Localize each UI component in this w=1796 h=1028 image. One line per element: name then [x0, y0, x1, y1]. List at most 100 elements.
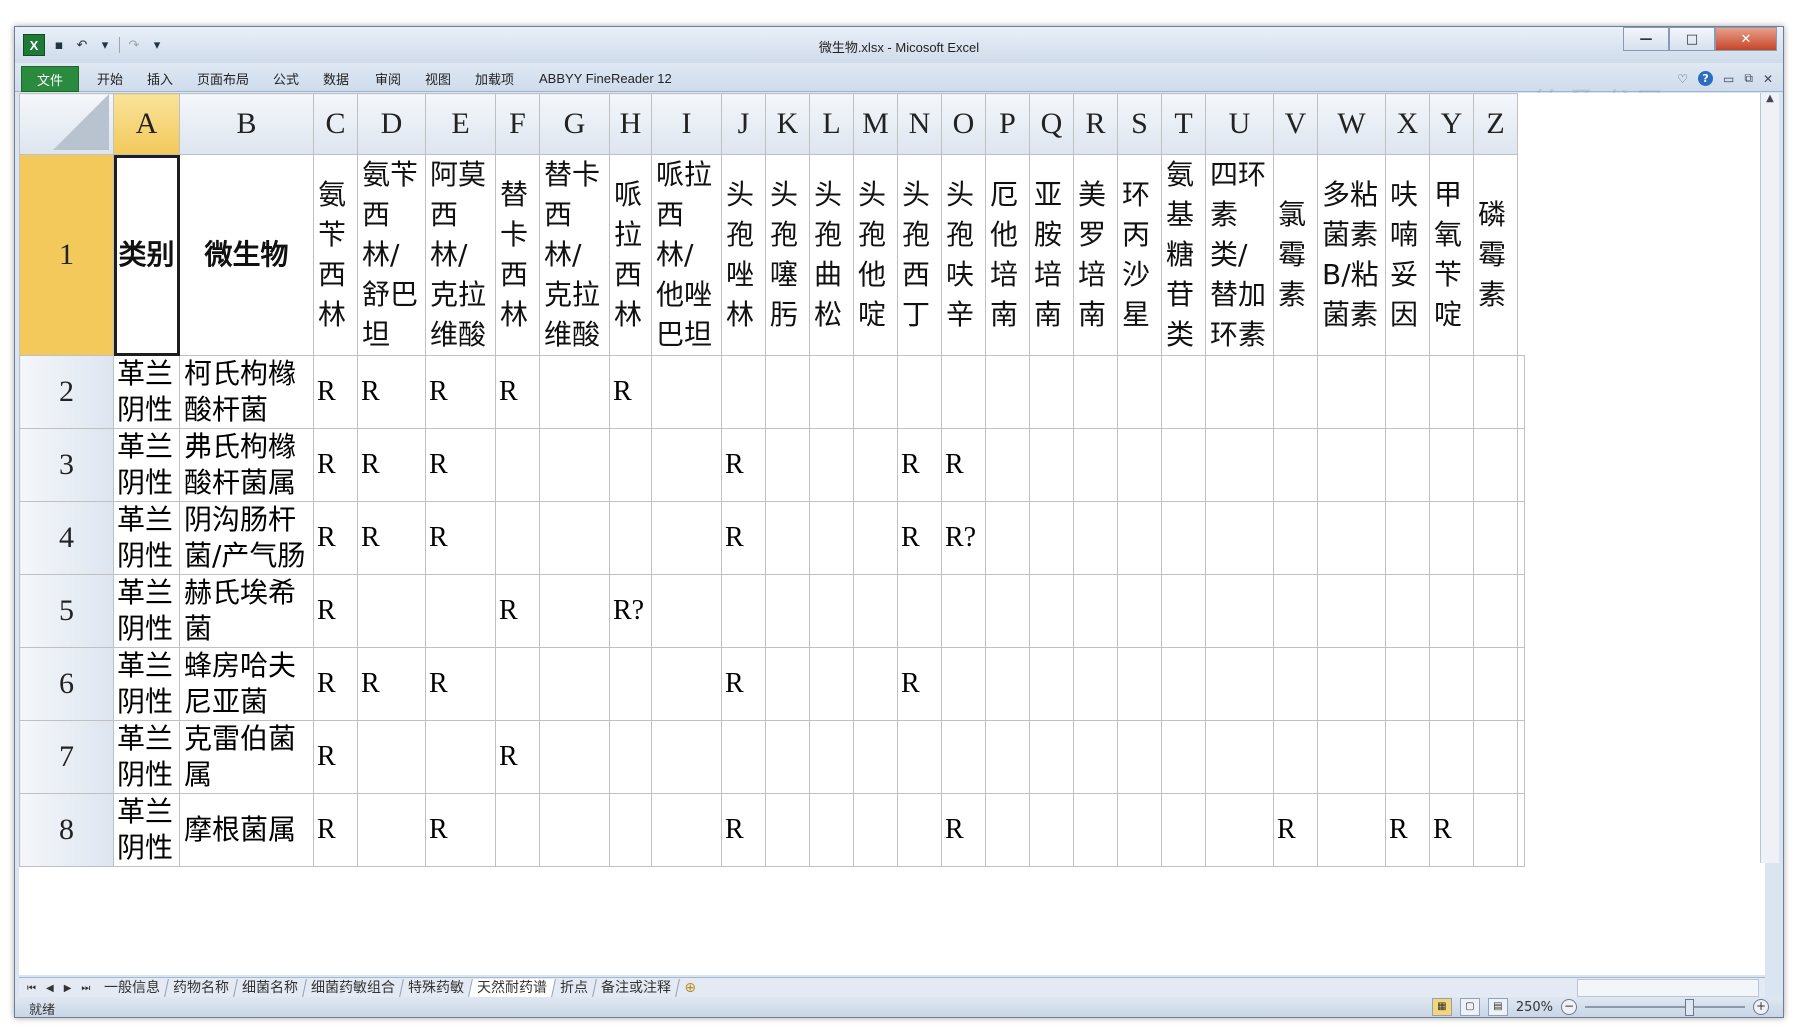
cell-resistance[interactable] — [1117, 428, 1162, 502]
cell-resistance[interactable] — [853, 355, 898, 429]
cell-resistance[interactable] — [1161, 574, 1206, 648]
cell-resistance[interactable] — [1205, 647, 1274, 721]
cell-resistance[interactable] — [1429, 647, 1474, 721]
maximize-button[interactable]: □ — [1669, 27, 1715, 51]
cell-resistance[interactable] — [1273, 720, 1318, 794]
drug-header-g[interactable]: 替卡西林/克拉维酸 — [539, 154, 610, 356]
cell-resistance[interactable] — [1317, 574, 1386, 648]
column-header-w[interactable]: W — [1317, 93, 1386, 155]
drug-header-q[interactable]: 亚胺培南 — [1029, 154, 1074, 356]
drug-header-e[interactable]: 阿莫西林/克拉维酸 — [425, 154, 496, 356]
cell-resistance[interactable] — [853, 501, 898, 575]
sheet-tab[interactable]: 一般信息 — [96, 979, 170, 997]
cell-resistance[interactable] — [1317, 428, 1386, 502]
last-sheet-icon[interactable]: ⏭ — [81, 983, 90, 994]
drug-header-f[interactable]: 替卡西林 — [495, 154, 540, 356]
zoom-in-button[interactable]: + — [1753, 999, 1769, 1015]
cell-category[interactable]: 革兰阴性 — [113, 793, 180, 867]
cell-resistance[interactable] — [1205, 793, 1274, 867]
cell-resistance[interactable] — [1473, 647, 1518, 721]
drug-header-s[interactable]: 环丙沙星 — [1117, 154, 1162, 356]
zoom-slider[interactable] — [1585, 999, 1745, 1016]
select-all-icon[interactable] — [53, 94, 109, 150]
cell-resistance[interactable] — [357, 720, 426, 794]
cell-resistance[interactable] — [1429, 720, 1474, 794]
sheet-tab[interactable]: 细菌药敏组合 — [303, 979, 405, 997]
cell-resistance[interactable] — [1029, 793, 1074, 867]
cell-resistance[interactable] — [1205, 574, 1274, 648]
cell-organism[interactable]: 蜂房哈夫尼亚菌 — [179, 647, 314, 721]
drug-header-t[interactable]: 氨基糖苷类 — [1161, 154, 1206, 356]
cell-resistance[interactable] — [1161, 355, 1206, 429]
cell-resistance[interactable] — [1385, 501, 1430, 575]
cell-resistance[interactable] — [1029, 501, 1074, 575]
cell-resistance[interactable] — [609, 720, 652, 794]
next-sheet-icon[interactable]: ▶ — [64, 983, 72, 994]
cell-resistance[interactable] — [809, 793, 854, 867]
cell-resistance[interactable]: R — [897, 428, 942, 502]
column-header-g[interactable]: G — [539, 93, 610, 155]
cell-resistance[interactable] — [1073, 720, 1118, 794]
cell-resistance[interactable] — [1273, 574, 1318, 648]
cell-resistance[interactable] — [651, 793, 722, 867]
cell-resistance[interactable] — [609, 428, 652, 502]
cell-resistance[interactable] — [985, 647, 1030, 721]
cell-resistance[interactable] — [1117, 647, 1162, 721]
drug-header-o[interactable]: 头孢呋辛 — [941, 154, 986, 356]
cell-resistance[interactable] — [897, 574, 942, 648]
sheet-tab[interactable]: 天然耐药谱 — [469, 979, 557, 997]
row-header-1[interactable]: 1 — [19, 154, 114, 356]
cell-resistance[interactable] — [1273, 355, 1318, 429]
cell-resistance[interactable] — [1473, 720, 1518, 794]
cell-resistance[interactable]: R — [721, 428, 766, 502]
sheet-tab[interactable]: 药物名称 — [165, 979, 239, 997]
cell-resistance[interactable] — [985, 720, 1030, 794]
cell-resistance[interactable]: R — [313, 793, 358, 867]
cell-resistance[interactable]: R — [897, 501, 942, 575]
cell-resistance[interactable] — [609, 793, 652, 867]
drug-header-h[interactable]: 哌拉西林 — [609, 154, 652, 356]
drug-header-j[interactable]: 头孢唑林 — [721, 154, 766, 356]
zoom-slider-thumb[interactable] — [1685, 999, 1694, 1016]
cell-resistance[interactable] — [1517, 355, 1525, 429]
cell-resistance[interactable] — [495, 647, 540, 721]
horizontal-scrollbar[interactable] — [1577, 979, 1759, 997]
cell-category[interactable]: 革兰阴性 — [113, 574, 180, 648]
row-header-6[interactable]: 6 — [19, 647, 114, 721]
cell-resistance[interactable] — [1161, 501, 1206, 575]
cell-resistance[interactable] — [1517, 428, 1525, 502]
drug-header-v[interactable]: 氯霉素 — [1273, 154, 1318, 356]
column-header-d[interactable]: D — [357, 93, 426, 155]
cell-resistance[interactable]: R — [357, 647, 426, 721]
cell-resistance[interactable] — [495, 793, 540, 867]
cell-resistance[interactable] — [1117, 574, 1162, 648]
cell-resistance[interactable]: R — [941, 793, 986, 867]
drug-header-p[interactable]: 厄他培南 — [985, 154, 1030, 356]
cell-resistance[interactable] — [985, 793, 1030, 867]
cell-resistance[interactable] — [539, 355, 610, 429]
cell-resistance[interactable] — [853, 647, 898, 721]
cell-resistance[interactable] — [425, 574, 496, 648]
cell-resistance[interactable] — [1029, 647, 1074, 721]
cell-resistance[interactable]: R — [495, 720, 540, 794]
ribbon-minimize-icon[interactable]: ♡ — [1677, 72, 1688, 86]
cell-category[interactable]: 革兰阴性 — [113, 355, 180, 429]
cell-resistance[interactable] — [1317, 793, 1386, 867]
cell-resistance[interactable] — [1273, 501, 1318, 575]
cell-organism[interactable]: 克雷伯菌属 — [179, 720, 314, 794]
cell-resistance[interactable] — [1161, 428, 1206, 502]
column-header-x[interactable]: X — [1385, 93, 1430, 155]
column-header-a[interactable]: A — [113, 93, 180, 155]
cell-category[interactable]: 革兰阴性 — [113, 720, 180, 794]
cell-organism[interactable]: 柯氏枸橼酸杆菌 — [179, 355, 314, 429]
cell-organism[interactable]: 摩根菌属 — [179, 793, 314, 867]
cell-resistance[interactable]: R — [1429, 793, 1474, 867]
cell-resistance[interactable] — [853, 793, 898, 867]
cell-resistance[interactable] — [1429, 574, 1474, 648]
cell-resistance[interactable]: R — [897, 647, 942, 721]
cell-resistance[interactable] — [539, 501, 610, 575]
sheet-tab[interactable]: 细菌名称 — [234, 979, 308, 997]
row-header-2[interactable]: 2 — [19, 355, 114, 429]
minimize-button[interactable]: — — [1623, 27, 1669, 51]
column-header-b[interactable]: B — [179, 93, 314, 155]
